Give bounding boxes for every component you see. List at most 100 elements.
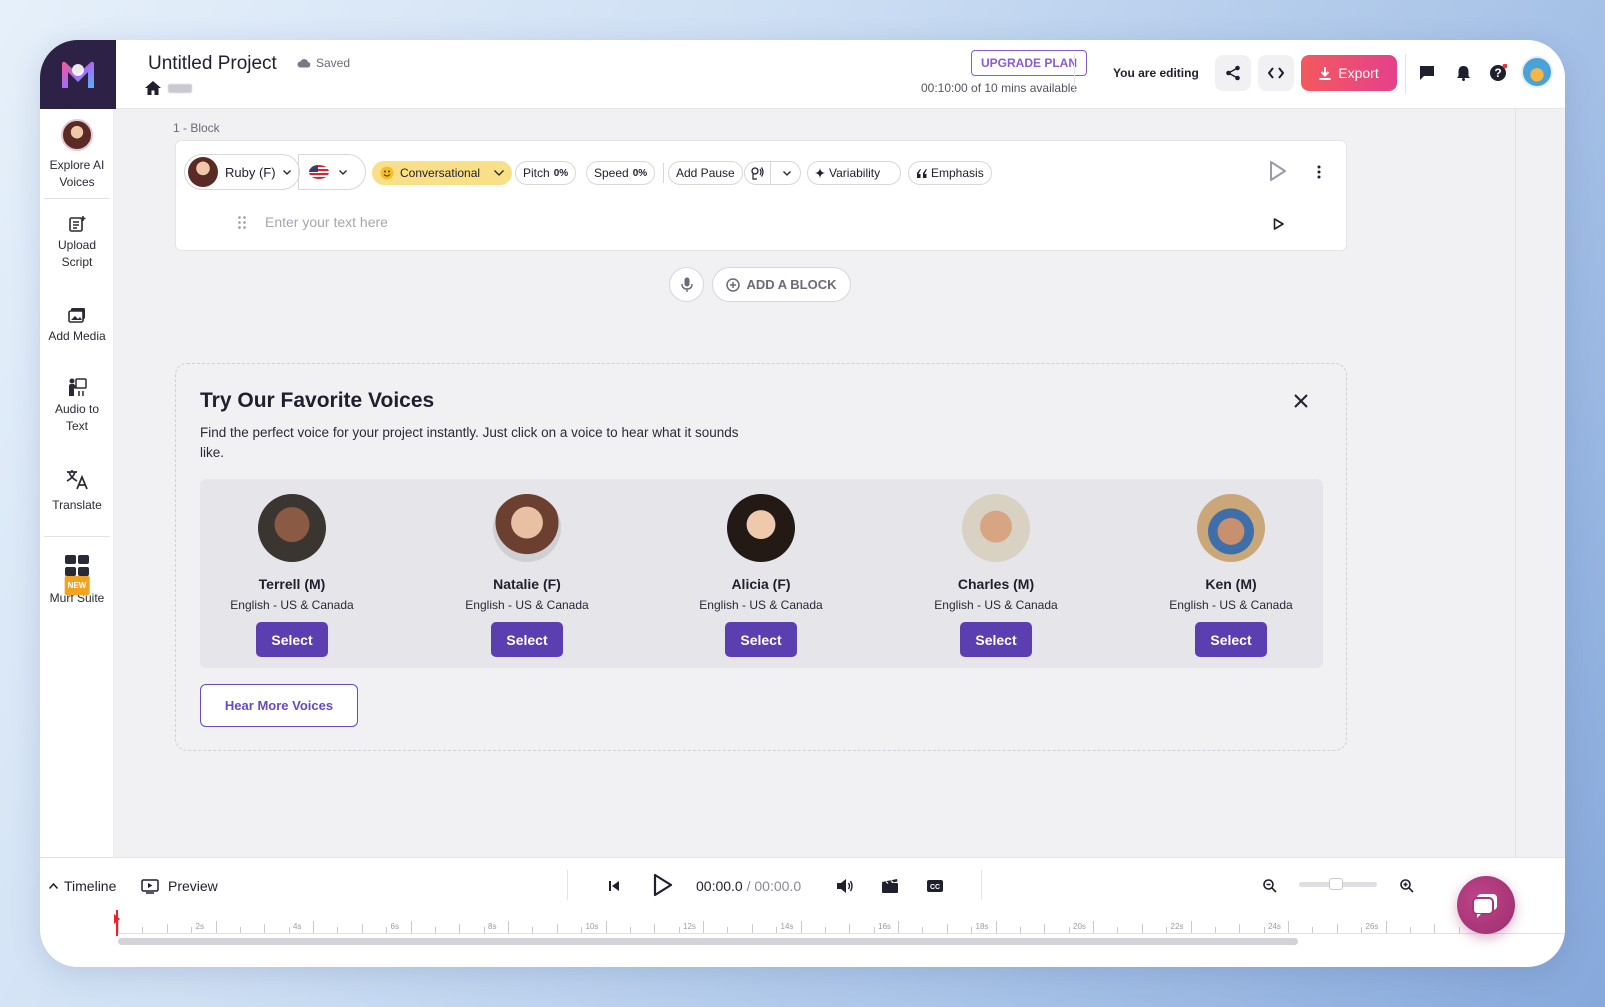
sidebar-divider <box>44 536 110 537</box>
embed-button[interactable] <box>1258 55 1294 91</box>
speed-control[interactable]: Speed 0% <box>586 161 656 185</box>
sidebar-item-explore-voices[interactable]: Explore AI Voices <box>40 119 114 191</box>
share-button[interactable] <box>1215 55 1251 91</box>
chat-support-button[interactable] <box>1457 876 1515 934</box>
timeline-toggle[interactable]: Timeline <box>49 878 116 894</box>
total-time: 00:00.0 <box>754 878 802 894</box>
project-title[interactable]: Untitled Project <box>148 53 277 75</box>
ruler-tick-label: 4s <box>293 922 302 931</box>
voice-card-charles[interactable]: Charles (M) English - US & Canada Select <box>906 494 1086 657</box>
volume-button[interactable] <box>835 876 855 896</box>
play-block-button[interactable] <box>1269 161 1287 186</box>
voice-card-terrell[interactable]: Terrell (M) English - US & Canada Select <box>202 494 382 657</box>
play-button[interactable] <box>651 871 675 899</box>
preview-button[interactable]: Preview <box>141 878 218 894</box>
select-voice-button[interactable]: Select <box>491 622 563 657</box>
svg-text:CC: CC <box>930 884 940 891</box>
left-sidebar: Explore AI Voices Upload Script Add Medi… <box>40 109 114 861</box>
drag-handle[interactable] <box>238 216 246 234</box>
ruler-tick <box>1190 921 1192 933</box>
ruler-tick <box>824 927 826 933</box>
pitch-control[interactable]: Pitch 0% <box>515 161 577 185</box>
voice-selector[interactable]: Ruby (F) <box>184 154 300 190</box>
breadcrumb-folder[interactable] <box>168 83 192 93</box>
variability-button[interactable]: Variability <box>807 161 901 185</box>
add-pause-label: Add Pause <box>676 166 735 180</box>
video-button[interactable] <box>880 876 900 896</box>
select-voice-button[interactable]: Select <box>1195 622 1267 657</box>
add-block-button[interactable]: ADD A BLOCK <box>712 267 851 302</box>
close-panel-button[interactable] <box>1294 394 1308 413</box>
murf-logo[interactable] <box>40 40 116 109</box>
ruler-tick <box>898 921 899 933</box>
sidebar-item-audio-to-text[interactable]: Audio to Text <box>40 377 114 435</box>
pronunciation-dropdown[interactable] <box>775 170 800 176</box>
sidebar-item-add-media[interactable]: Add Media <box>40 306 114 345</box>
user-avatar[interactable] <box>1521 56 1553 88</box>
zoom-slider[interactable] <box>1299 878 1377 890</box>
zoom-out-button[interactable] <box>1260 876 1280 896</box>
ruler-tick-label: 6s <box>390 922 399 931</box>
record-button[interactable] <box>669 267 704 302</box>
ruler-tick <box>1336 924 1338 933</box>
speak-icon <box>751 167 764 180</box>
style-selector[interactable]: Conversational <box>372 161 513 185</box>
ruler-tick-label: 20s <box>1073 922 1086 931</box>
cloud-icon <box>297 59 311 68</box>
sidebar-label: Upload <box>57 238 97 252</box>
ruler-tick <box>361 924 363 933</box>
sidebar-item-translate[interactable]: Translate <box>40 467 114 514</box>
header-divider <box>1074 54 1075 94</box>
skip-back-button[interactable] <box>604 876 624 896</box>
timeline-scrollbar[interactable] <box>118 938 1298 945</box>
ruler-tick <box>337 927 339 933</box>
saved-label: Saved <box>316 56 351 70</box>
timeline-ruler[interactable]: 2s 4s 6s 8s 10s 12s 14s 16s 18s 20s 22s 24s 26s <box>116 910 1565 934</box>
header-divider-2 <box>1405 54 1406 94</box>
block-text-input[interactable]: Enter your text here <box>265 214 388 230</box>
pronunciation-button[interactable] <box>745 162 771 184</box>
captions-button[interactable]: CC <box>925 876 945 896</box>
voice-language: English - US & Canada <box>699 598 823 612</box>
timeline-divider <box>981 870 982 900</box>
drag-handle-icon <box>238 216 246 229</box>
editor-scroll-gutter <box>1515 109 1516 857</box>
pronunciation-control[interactable] <box>744 161 801 185</box>
voice-card-natalie[interactable]: Natalie (F) English - US & Canada Select <box>437 494 617 657</box>
emphasis-button[interactable]: Emphasis <box>908 161 992 185</box>
ruler-tick <box>459 924 461 933</box>
notifications-button[interactable] <box>1452 62 1474 84</box>
ruler-tick <box>483 927 485 933</box>
audio-to-text-icon <box>69 378 87 396</box>
add-pause-button[interactable]: Add Pause <box>668 161 743 185</box>
zoom-slider-thumb[interactable] <box>1329 878 1343 890</box>
ruler-tick <box>191 927 193 933</box>
language-selector[interactable] <box>298 154 366 190</box>
upgrade-plan-button[interactable]: UPGRADE PLAN <box>971 50 1088 76</box>
block-menu-button[interactable] <box>1317 165 1321 184</box>
voice-card-alicia[interactable]: Alicia (F) English - US & Canada Select <box>671 494 851 657</box>
select-voice-button[interactable]: Select <box>725 622 797 657</box>
export-button[interactable]: Export <box>1301 55 1397 91</box>
voice-card-ken[interactable]: Ken (M) English - US & Canada Select <box>1141 494 1321 657</box>
share-icon <box>1226 65 1240 81</box>
ruler-tick <box>166 924 168 933</box>
voice-name: Charles (M) <box>957 576 1035 592</box>
add-block-label: ADD A BLOCK <box>746 277 837 292</box>
hear-more-voices-button[interactable]: Hear More Voices <box>200 684 358 727</box>
play-icon <box>653 873 673 897</box>
home-icon[interactable] <box>145 81 161 95</box>
play-line-button[interactable] <box>1273 217 1284 235</box>
zoom-in-button[interactable] <box>1397 876 1417 896</box>
sparkle-icon <box>815 168 825 178</box>
toolbar-divider <box>663 163 664 183</box>
sidebar-item-murf-suite[interactable]: NEW Murf Suite <box>40 554 114 607</box>
ruler-tick <box>1409 927 1411 933</box>
comments-button[interactable] <box>1416 62 1438 84</box>
sidebar-item-upload-script[interactable]: Upload Script <box>40 215 114 271</box>
help-button[interactable]: ? <box>1487 62 1509 84</box>
playhead[interactable] <box>114 910 120 936</box>
select-voice-button[interactable]: Select <box>256 622 328 657</box>
select-voice-button[interactable]: Select <box>960 622 1032 657</box>
ruler-tick-label: 14s <box>780 922 794 931</box>
